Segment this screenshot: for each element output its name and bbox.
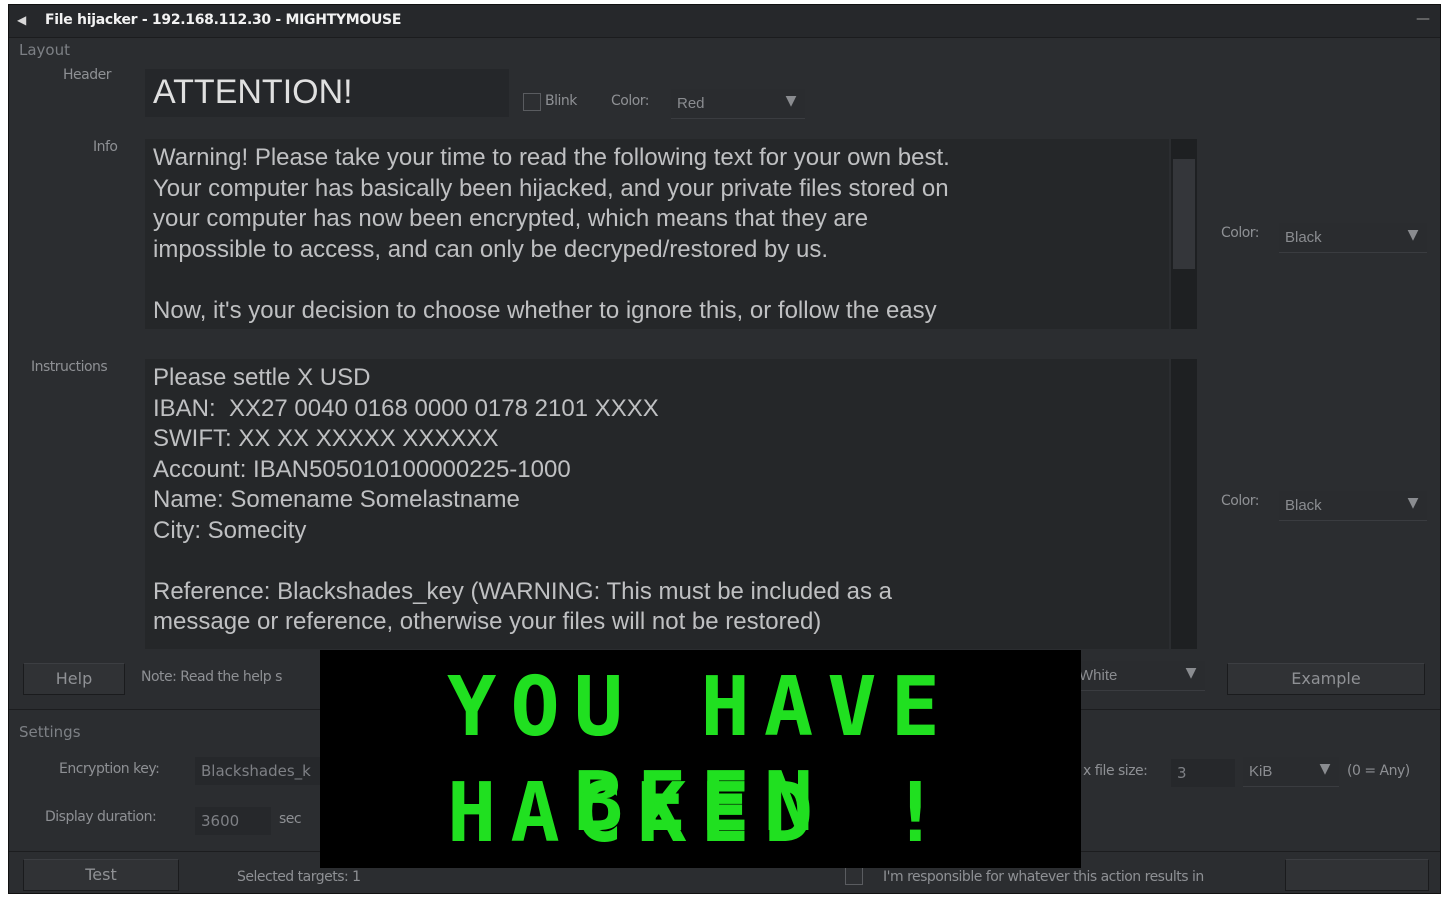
max-file-size-input[interactable]: 3 bbox=[1171, 759, 1235, 787]
title-bar: ◀ File hijacker - 192.168.112.30 - MIGHT… bbox=[9, 5, 1440, 38]
background-color-select[interactable]: White ▼ bbox=[1073, 661, 1205, 691]
header-color-select[interactable]: Red ▼ bbox=[671, 89, 805, 119]
chevron-down-icon[interactable]: ▼ bbox=[1181, 665, 1201, 683]
help-button[interactable]: Help bbox=[23, 663, 125, 695]
app-icon: ◀ bbox=[17, 13, 27, 27]
responsibility-label: I'm responsible for whatever this action… bbox=[883, 869, 1204, 885]
instructions-color-label: Color: bbox=[1221, 493, 1260, 509]
blink-label: Blink bbox=[545, 93, 577, 109]
encryption-key-value: Blackshades_k bbox=[201, 762, 311, 780]
chevron-down-icon[interactable]: ▼ bbox=[1315, 761, 1335, 779]
background-color-value: White bbox=[1079, 667, 1118, 684]
header-label: Header bbox=[63, 67, 111, 83]
header-input[interactable]: ATTENTION! bbox=[145, 69, 509, 117]
info-textarea[interactable]: Warning! Please take your time to read t… bbox=[145, 139, 1169, 329]
instructions-scrollbar[interactable] bbox=[1171, 359, 1197, 649]
seconds-label: sec bbox=[279, 811, 302, 827]
info-scrollbar[interactable] bbox=[1171, 139, 1197, 329]
size-unit-value: KiB bbox=[1249, 763, 1273, 780]
instructions-color-value: Black bbox=[1285, 497, 1322, 514]
info-color-select[interactable]: Black ▼ bbox=[1279, 223, 1427, 253]
display-duration-value: 3600 bbox=[201, 812, 240, 830]
size-unit-select[interactable]: KiB ▼ bbox=[1243, 757, 1339, 787]
encryption-key-input[interactable]: Blackshades_k bbox=[195, 757, 329, 785]
minimize-icon[interactable]: — bbox=[1416, 11, 1430, 27]
info-color-label: Color: bbox=[1221, 225, 1260, 241]
instructions-textarea[interactable]: Please settle X USD IBAN: XX27 0040 0168… bbox=[145, 359, 1169, 649]
display-duration-input[interactable]: 3600 bbox=[195, 807, 271, 835]
chevron-down-icon[interactable]: ▼ bbox=[1403, 495, 1423, 513]
instructions-color-select[interactable]: Black ▼ bbox=[1279, 491, 1427, 521]
encryption-key-label: Encryption key: bbox=[59, 761, 160, 777]
settings-section-label: Settings bbox=[19, 723, 81, 741]
any-size-hint: (0 = Any) bbox=[1347, 763, 1410, 779]
selected-targets: Selected targets: 1 bbox=[237, 869, 361, 885]
info-label: Info bbox=[93, 139, 118, 155]
header-value: ATTENTION! bbox=[153, 73, 353, 111]
info-scroll-thumb[interactable] bbox=[1173, 159, 1195, 269]
header-color-value: Red bbox=[677, 95, 705, 112]
layout-section-label: Layout bbox=[19, 41, 70, 59]
hacked-banner-line-2: HACKED ! bbox=[447, 766, 954, 861]
help-note: Note: Read the help s bbox=[141, 669, 282, 685]
blink-checkbox[interactable] bbox=[523, 93, 541, 111]
max-file-size-value: 3 bbox=[1177, 764, 1187, 782]
hacked-banner: YOU HAVE BEEN HACKED ! bbox=[320, 650, 1081, 868]
example-button[interactable]: Example bbox=[1227, 663, 1425, 695]
instructions-label: Instructions bbox=[31, 359, 108, 375]
chevron-down-icon[interactable]: ▼ bbox=[781, 93, 801, 111]
start-button[interactable] bbox=[1285, 859, 1429, 891]
display-duration-label: Display duration: bbox=[45, 809, 157, 825]
responsibility-checkbox[interactable] bbox=[845, 867, 863, 885]
info-color-value: Black bbox=[1285, 229, 1322, 246]
test-button[interactable]: Test bbox=[23, 859, 179, 891]
window-title: File hijacker - 192.168.112.30 - MIGHTYM… bbox=[45, 12, 402, 28]
chevron-down-icon[interactable]: ▼ bbox=[1403, 227, 1423, 245]
header-color-label: Color: bbox=[611, 93, 650, 109]
max-file-size-label: x file size: bbox=[1083, 763, 1148, 779]
